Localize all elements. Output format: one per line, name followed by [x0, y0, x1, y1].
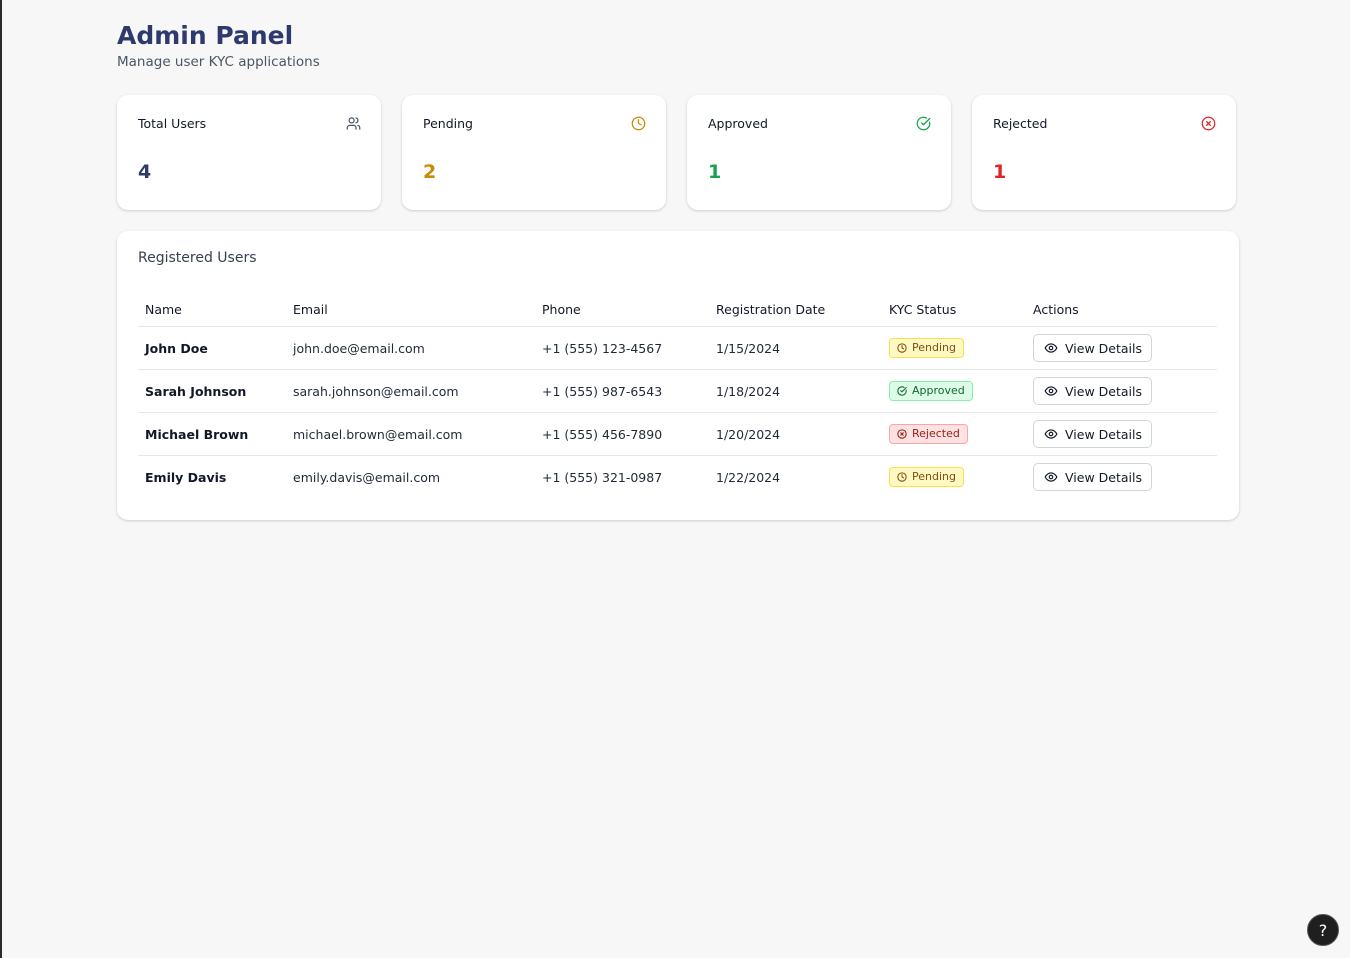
user-email: michael.brown@email.com: [286, 412, 535, 456]
kyc-status-cell: Pending: [882, 326, 1026, 370]
check-circle-icon: [916, 116, 931, 131]
stat-value: 1: [708, 161, 722, 183]
column-header-kyc-status: KYC Status: [882, 293, 1026, 327]
user-name: John Doe: [138, 326, 286, 370]
page-title: Admin Panel: [117, 21, 294, 50]
view-details-button[interactable]: View Details: [1033, 420, 1152, 448]
stat-card-approved: Approved 1: [687, 95, 951, 210]
stat-card-rejected: Rejected 1: [972, 95, 1236, 210]
column-header-registration-date: Registration Date: [709, 293, 882, 327]
view-details-button[interactable]: View Details: [1033, 334, 1152, 362]
table-header-row: Name Email Phone Registration Date KYC S…: [138, 293, 1217, 327]
table-row: Michael Brown michael.brown@email.com +1…: [138, 412, 1217, 456]
actions-cell: View Details: [1026, 412, 1217, 456]
eye-icon: [1044, 472, 1058, 482]
registration-date: 1/20/2024: [709, 412, 882, 456]
view-details-label: View Details: [1065, 469, 1142, 485]
stat-value: 2: [423, 161, 437, 183]
registered-users-card: Registered Users Name Email Phone Regist…: [117, 231, 1239, 520]
column-header-actions: Actions: [1026, 293, 1217, 327]
status-label: Approved: [912, 384, 965, 397]
admin-panel: Admin Panel Manage user KYC applications…: [117, 20, 1239, 520]
status-badge: Pending: [889, 467, 964, 487]
user-email: emily.davis@email.com: [293, 469, 441, 485]
column-header-phone: Phone: [535, 293, 709, 327]
view-details-label: View Details: [1065, 426, 1142, 442]
view-details-label: View Details: [1065, 383, 1142, 399]
clock-icon: [897, 343, 907, 353]
actions-cell: View Details: [1026, 326, 1217, 370]
status-badge: Rejected: [889, 424, 968, 444]
eye-icon: [1044, 343, 1058, 353]
view-details-label: View Details: [1065, 340, 1142, 356]
user-email: sarah.johnson@email.com: [286, 369, 535, 413]
help-button[interactable]: ?: [1307, 914, 1339, 946]
actions-cell: View Details: [1026, 456, 1217, 499]
eye-icon: [1044, 386, 1058, 396]
stat-label: Pending: [423, 116, 473, 131]
clock-icon: [897, 472, 907, 482]
stat-card-pending: Pending 2: [402, 95, 666, 210]
stat-label: Approved: [708, 116, 768, 131]
stat-value: 1: [993, 161, 1007, 183]
status-label: Rejected: [912, 427, 960, 440]
stat-label: Rejected: [993, 116, 1048, 131]
user-name: Sarah Johnson: [138, 369, 286, 413]
column-header-email: Email: [286, 293, 535, 327]
user-name: Emily Davis: [145, 469, 227, 485]
users-table: Name Email Phone Registration Date KYC S…: [138, 293, 1217, 498]
table-row: Emily Davis emily.davis@email.com +1 (55…: [138, 456, 1217, 499]
registration-date: 1/22/2024: [716, 469, 781, 485]
eye-icon: [1044, 429, 1058, 439]
users-icon: [346, 117, 361, 130]
stat-value: 4: [138, 161, 152, 183]
check-circle-icon: [897, 386, 907, 396]
kyc-status-cell: Approved: [882, 369, 1026, 413]
card-title: Registered Users: [138, 250, 257, 266]
kyc-status-cell: Rejected: [882, 412, 1026, 456]
user-phone: +1 (555) 321-0987: [542, 469, 663, 485]
x-circle-icon: [897, 429, 907, 439]
stat-label: Total Users: [138, 116, 207, 131]
actions-cell: View Details: [1026, 369, 1217, 413]
registration-date: 1/15/2024: [709, 326, 882, 370]
help-icon: ?: [1318, 920, 1328, 940]
registration-date: 1/18/2024: [709, 369, 882, 413]
status-badge: Approved: [889, 381, 973, 401]
view-details-button[interactable]: View Details: [1033, 463, 1152, 491]
kyc-status-cell: Pending: [882, 456, 1026, 499]
user-phone: +1 (555) 456-7890: [535, 412, 709, 456]
user-email: john.doe@email.com: [286, 326, 535, 370]
table-row: John Doe john.doe@email.com +1 (555) 123…: [138, 326, 1217, 370]
stats-row: Total Users 4 Pending 2 Approved 1 Rejec…: [117, 95, 1236, 210]
status-label: Pending: [912, 341, 956, 354]
table-row: Sarah Johnson sarah.johnson@email.com +1…: [138, 369, 1217, 413]
stat-card-total-users: Total Users 4: [117, 95, 381, 210]
clock-icon: [631, 116, 646, 131]
user-phone: +1 (555) 987-6543: [535, 369, 709, 413]
page-subtitle: Manage user KYC applications: [117, 54, 320, 70]
user-phone: +1 (555) 123-4567: [535, 326, 709, 370]
status-label: Pending: [912, 470, 956, 483]
user-name: Michael Brown: [138, 412, 286, 456]
status-badge: Pending: [889, 338, 964, 358]
column-header-name: Name: [138, 293, 286, 327]
x-circle-icon: [1201, 116, 1216, 131]
view-details-button[interactable]: View Details: [1033, 377, 1152, 405]
